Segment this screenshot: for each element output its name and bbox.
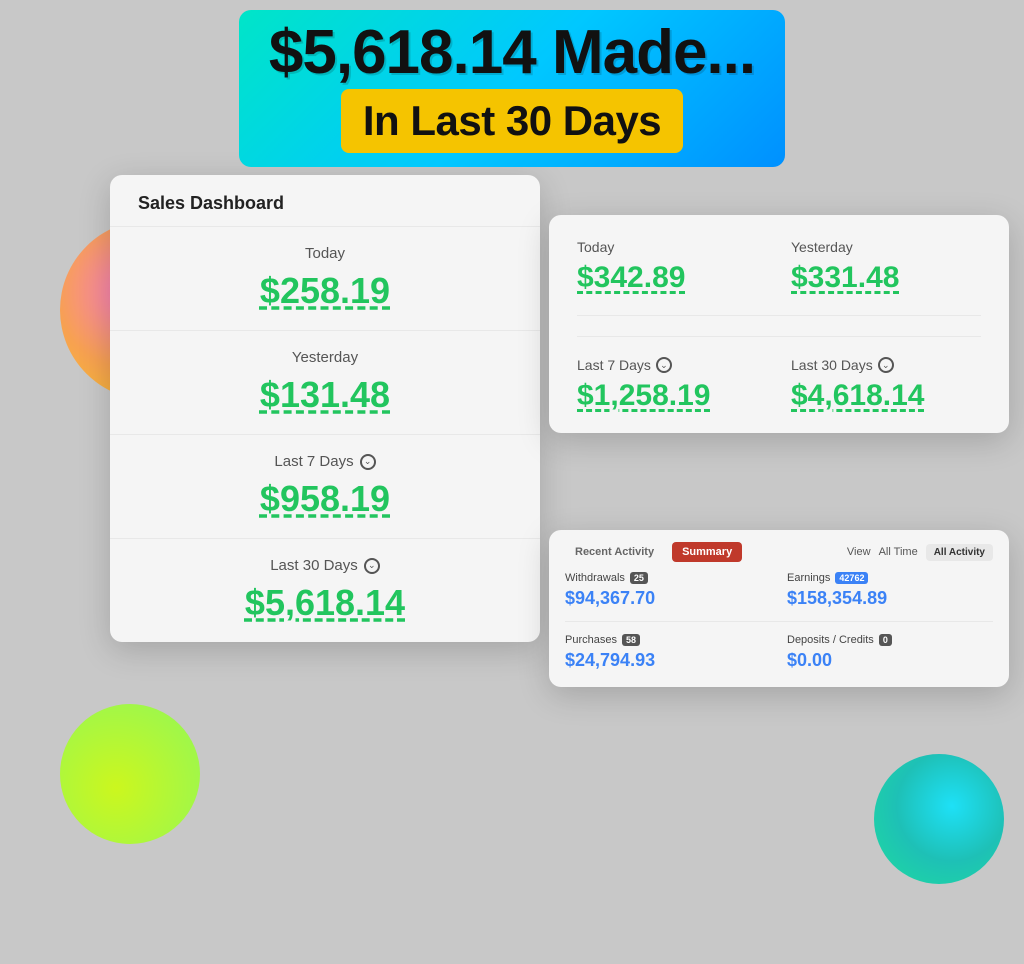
metric-last7-label: Last 7 Days ⌄ [138,453,512,470]
stat-today: Today $342.89 [577,239,767,295]
stat-today-value: $342.89 [577,261,767,295]
metric-last7-value: $958.19 [138,478,512,520]
metric-last30: Last 30 Days ⌄ $5,618.14 [110,539,540,642]
metric-last7: Last 7 Days ⌄ $958.19 [110,435,540,539]
purchases-badge: 58 [622,634,640,646]
stat-last7-label: Last 7 Days ⌄ [577,357,767,373]
act-purchases-label: Purchases 58 [565,634,771,646]
chevron-stats-last7-icon[interactable]: ⌄ [656,357,672,373]
view-label: View [847,546,871,558]
act-withdrawals-value: $94,367.70 [565,588,771,609]
view-section: View All Time All Activity [847,544,993,561]
withdrawals-badge: 25 [630,572,648,584]
metric-yesterday-value: $131.48 [138,374,512,416]
act-earnings-value: $158,354.89 [787,588,993,609]
act-withdrawals: Withdrawals 25 $94,367.70 [565,572,771,609]
activity-grid: Withdrawals 25 $94,367.70 Earnings 42762… [549,562,1009,687]
stat-yesterday-label: Yesterday [791,239,981,255]
blob-teal [874,754,1004,884]
act-deposits-value: $0.00 [787,650,993,671]
act-earnings: Earnings 42762 $158,354.89 [787,572,993,609]
tab-summary[interactable]: Summary [672,542,742,562]
stats-divider [577,315,981,316]
stat-last7: Last 7 Days ⌄ $1,258.19 [577,357,767,413]
metric-yesterday-label: Yesterday [138,349,512,366]
act-purchases: Purchases 58 $24,794.93 [565,634,771,671]
stats-grid: Today $342.89 Yesterday $331.48 Last 7 D… [577,239,981,413]
metric-today: Today $258.19 [110,227,540,331]
blob-yellow-green [60,704,200,844]
header-subtitle: In Last 30 Days [341,89,683,153]
stat-last7-value: $1,258.19 [577,379,767,413]
stat-last30-label: Last 30 Days ⌄ [791,357,981,373]
sales-dashboard-card: Sales Dashboard Today $258.19 Yesterday … [110,175,540,642]
metric-today-label: Today [138,245,512,262]
header-title: $5,618.14 Made... [269,20,755,85]
act-purchases-value: $24,794.93 [565,650,771,671]
act-withdrawals-label: Withdrawals 25 [565,572,771,584]
metric-last30-value: $5,618.14 [138,582,512,624]
chevron-last30-icon[interactable]: ⌄ [364,558,380,574]
metric-today-value: $258.19 [138,270,512,312]
header-banner: $5,618.14 Made... In Last 30 Days [122,10,902,167]
all-activity-button[interactable]: All Activity [926,544,993,561]
stat-last30: Last 30 Days ⌄ $4,618.14 [791,357,981,413]
stat-today-label: Today [577,239,767,255]
chevron-last7-icon[interactable]: ⌄ [360,454,376,470]
activity-card: Recent Activity Summary View All Time Al… [549,530,1009,687]
stats-divider2 [577,336,981,337]
stat-yesterday-value: $331.48 [791,261,981,295]
tab-recent-activity[interactable]: Recent Activity [565,542,664,562]
chevron-stats-last30-icon[interactable]: ⌄ [878,357,894,373]
metric-last30-label: Last 30 Days ⌄ [138,557,512,574]
stat-last30-value: $4,618.14 [791,379,981,413]
sales-dashboard-title: Sales Dashboard [110,175,540,227]
earnings-badge: 42762 [835,572,868,584]
deposits-badge: 0 [879,634,892,646]
view-value: All Time [879,546,918,558]
activity-header: Recent Activity Summary View All Time Al… [549,530,1009,562]
act-deposits-label: Deposits / Credits 0 [787,634,993,646]
activity-divider [565,621,993,622]
stat-yesterday: Yesterday $331.48 [791,239,981,295]
act-earnings-label: Earnings 42762 [787,572,993,584]
header-bg: $5,618.14 Made... In Last 30 Days [239,10,785,167]
metric-yesterday: Yesterday $131.48 [110,331,540,435]
stats-card: Today $342.89 Yesterday $331.48 Last 7 D… [549,215,1009,433]
act-deposits: Deposits / Credits 0 $0.00 [787,634,993,671]
